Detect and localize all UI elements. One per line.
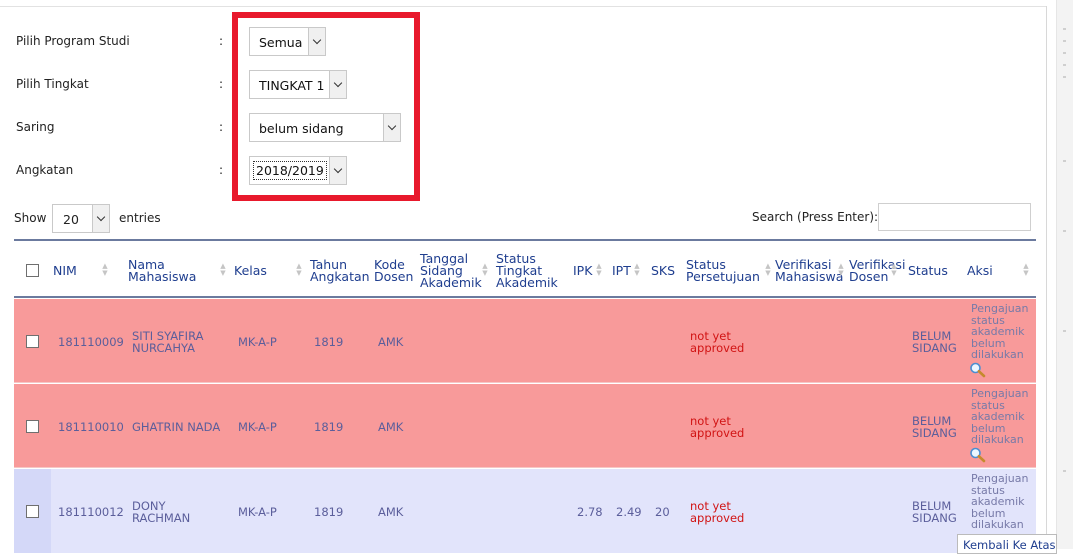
entries-length-value: 20	[63, 212, 79, 227]
cell-nama: DONY RACHMAN	[132, 499, 191, 525]
header-tanggal-sidang-akademik[interactable]: Tanggal Sidang Akademik	[420, 252, 482, 289]
sort-icon[interactable]: ▲ ▼	[1022, 263, 1030, 277]
scroll-grip	[1063, 40, 1066, 42]
colon: :	[219, 120, 224, 134]
sort-icon[interactable]: ▲ ▼	[595, 263, 603, 277]
chevron-down-icon[interactable]	[92, 205, 109, 232]
content-frame-top	[0, 6, 1047, 7]
cell-tahun: 1819	[314, 335, 344, 349]
sort-icon[interactable]: ▲ ▼	[837, 263, 845, 277]
header-kode-dosen[interactable]: Kode Dosen	[374, 258, 413, 283]
cell-kelas: MK-A-P	[238, 505, 277, 519]
scroll-grip	[1063, 52, 1066, 54]
entries-length-select[interactable]: 20	[52, 204, 110, 233]
colon: :	[219, 163, 224, 177]
row-checkbox[interactable]	[26, 505, 39, 518]
scroll-grip	[1063, 64, 1066, 66]
angkatan-label: Angkatan	[16, 163, 74, 177]
scroll-grip	[1063, 76, 1066, 78]
scroll-grip	[1063, 28, 1066, 30]
cell-kode-dosen: AMK	[378, 335, 404, 349]
scroll-grip	[1063, 230, 1066, 232]
cell-status: BELUM SIDANG	[912, 499, 957, 525]
sort-icon[interactable]: ▲ ▼	[101, 263, 109, 277]
header-sks[interactable]: SKS	[651, 264, 675, 277]
scroll-grip	[1063, 470, 1066, 472]
header-verifikasi-mahasiswa[interactable]: Verifikasi Mahasiswa	[775, 258, 843, 283]
cell-kelas: MK-A-P	[238, 335, 277, 349]
header-status[interactable]: Status	[908, 264, 948, 277]
back-to-top-link[interactable]: Kembali Ke Atas	[957, 534, 1057, 554]
sort-icon[interactable]: ▲ ▼	[633, 263, 641, 277]
sort-icon[interactable]: ▲ ▼	[890, 263, 898, 277]
cell-nim: 181110009	[58, 335, 124, 349]
cell-nama: SITI SYAFIRA NURCAHYA	[132, 329, 204, 355]
header-nama-mahasiswa[interactable]: Nama Mahasiswa	[128, 258, 196, 283]
cell-tahun: 1819	[314, 505, 344, 519]
cell-ipk: 2.78	[577, 505, 603, 519]
highlight-callout-box	[232, 12, 420, 201]
search-input[interactable]	[878, 203, 1031, 231]
cell-status: BELUM SIDANG	[912, 414, 957, 440]
content-frame-right	[1046, 6, 1047, 549]
saring-label: Saring	[16, 120, 55, 134]
header-status-persetujuan[interactable]: Status Persetujuan	[686, 258, 760, 283]
cell-status-persetujuan: not yet approved	[690, 499, 745, 525]
cell-tahun: 1819	[314, 420, 344, 434]
cell-nim: 181110010	[58, 420, 124, 434]
colon: :	[219, 77, 224, 91]
scroll-grip	[1063, 330, 1066, 332]
program-studi-label: Pilih Program Studi	[16, 34, 130, 48]
colon: :	[219, 34, 224, 48]
cell-status-persetujuan: not yet approved	[690, 414, 745, 440]
table-row[interactable]: 181110010 GHATRIN NADA MK-A-P 1819 AMK n…	[14, 384, 1036, 468]
sort-icon[interactable]: ▲ ▼	[219, 263, 227, 277]
row-checkbox[interactable]	[26, 420, 39, 433]
header-aksi[interactable]: Aksi	[967, 264, 993, 277]
row-checkbox[interactable]	[26, 335, 39, 348]
header-kelas[interactable]: Kelas	[234, 264, 267, 277]
cell-kode-dosen: AMK	[378, 505, 404, 519]
search-label: Search (Press Enter):	[752, 210, 879, 224]
sort-icon[interactable]: ▲ ▼	[481, 263, 489, 277]
scroll-grip	[1063, 160, 1066, 162]
sort-icon[interactable]: ▲ ▼	[295, 263, 303, 277]
header-ipk[interactable]: IPK	[573, 264, 592, 277]
select-all-checkbox[interactable]	[26, 264, 39, 277]
scrollbar[interactable]	[1056, 0, 1073, 549]
cell-status-persetujuan: not yet approved	[690, 329, 745, 355]
cell-sks: 20	[655, 505, 670, 519]
header-status-tingkat-akademik[interactable]: Status Tingkat Akademik	[496, 252, 558, 289]
cell-nama: GHATRIN NADA	[132, 420, 221, 434]
table-row[interactable]: 181110012 DONY RACHMAN MK-A-P 1819 AMK 2.…	[14, 469, 1036, 553]
cell-nim: 181110012	[58, 505, 124, 519]
table-row[interactable]: 181110009 SITI SYAFIRA NURCAHYA MK-A-P 18…	[14, 299, 1036, 383]
show-label: Show	[14, 211, 47, 225]
header-tahun-angkatan[interactable]: Tahun Angkatan	[310, 258, 370, 283]
header-ipt[interactable]: IPT	[612, 264, 631, 277]
table-header: NIM ▲ ▼ Nama Mahasiswa ▲ ▼ Kelas ▲ ▼ Tahun An…	[14, 239, 1036, 298]
magnifier-icon[interactable]	[969, 447, 987, 463]
cell-aksi: Pengajuan status akademik belum dilakukan	[971, 387, 1029, 446]
header-nim[interactable]: NIM	[53, 264, 77, 277]
tingkat-label: Pilih Tingkat	[16, 77, 89, 91]
cell-aksi: Pengajuan status akademik belum dilakukan	[971, 472, 1029, 531]
magnifier-icon[interactable]	[969, 362, 987, 378]
cell-ipt: 2.49	[616, 505, 642, 519]
cell-kode-dosen: AMK	[378, 420, 404, 434]
cell-kelas: MK-A-P	[238, 420, 277, 434]
sort-icon[interactable]: ▲ ▼	[764, 263, 772, 277]
entries-label: entries	[119, 211, 161, 225]
cell-status: BELUM SIDANG	[912, 329, 957, 355]
cell-aksi: Pengajuan status akademik belum dilakukan	[971, 302, 1029, 361]
